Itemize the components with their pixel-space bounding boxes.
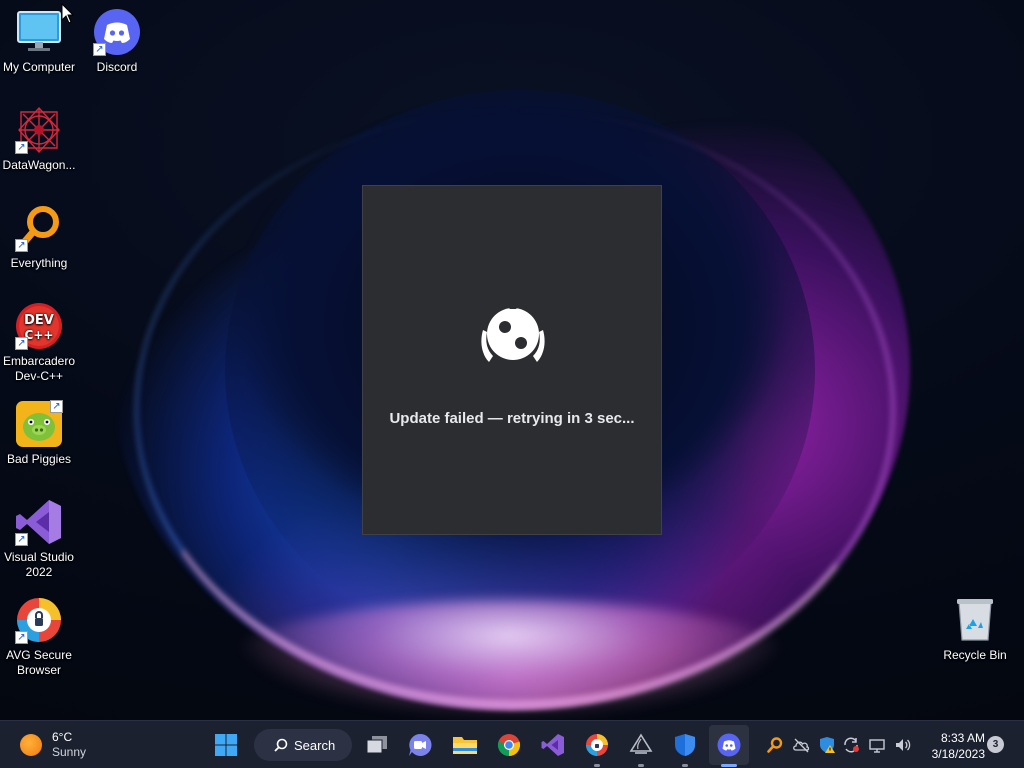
desktop-icon-recycle-bin[interactable]: Recycle Bin — [936, 596, 1014, 663]
taskbar: 6°C Sunny Search 8:33 AM 3/18/2023 — [0, 720, 1024, 768]
inkscape-icon — [629, 733, 653, 754]
desktop-icon-label: AVG Secure Browser — [6, 648, 72, 677]
update-status-message: Update failed — retrying in 3 sec... — [389, 410, 635, 427]
desktop-icon-label: Recycle Bin — [943, 648, 1007, 662]
discord-update-dialog: Update failed — retrying in 3 sec... — [362, 185, 662, 535]
taskbar-chrome-button[interactable] — [493, 729, 525, 761]
volume-icon[interactable] — [894, 736, 912, 754]
running-indicator — [594, 764, 600, 767]
windows-start-icon — [215, 734, 237, 756]
avg-browser-icon: ↗ — [15, 596, 63, 644]
desktop-icon-avg-browser[interactable]: ↗ AVG Secure Browser — [0, 596, 78, 678]
recycle-bin-icon — [951, 596, 999, 644]
clock-date: 3/18/2023 — [931, 747, 985, 761]
shortcut-arrow-icon: ↗ — [15, 337, 28, 350]
search-icon — [274, 738, 288, 752]
shortcut-arrow-icon: ↗ — [15, 533, 28, 546]
svg-text:C++: C++ — [25, 328, 54, 342]
taskbar-avg-browser-button[interactable] — [581, 729, 613, 767]
clock-time: 8:33 AM — [940, 731, 985, 745]
sync-icon[interactable] — [842, 736, 860, 754]
monitor-icon — [15, 8, 63, 56]
onedrive-icon[interactable] — [792, 736, 810, 754]
shortcut-arrow-icon: ↗ — [93, 43, 106, 56]
everything-tray-icon[interactable] — [766, 736, 784, 754]
discord-updater-logo-icon — [471, 300, 555, 370]
datawagon-icon: ↗ — [15, 106, 63, 154]
chrome-icon — [497, 734, 521, 757]
mouse-cursor-icon — [61, 3, 75, 24]
desktop-icon-label: Discord — [96, 60, 138, 74]
desktop-icon-label: Bad Piggies — [6, 452, 72, 466]
taskbar-search-button[interactable]: Search — [254, 729, 352, 761]
search-label: Search — [294, 737, 336, 753]
task-view-icon — [366, 736, 387, 754]
desktop-icon-devcpp[interactable]: DEV C++ ↗ Embarcadero Dev-C++ — [0, 302, 78, 384]
svg-text:DEV: DEV — [24, 313, 54, 328]
folder-icon — [453, 737, 477, 754]
desktop-icon-bad-piggies[interactable]: ↗ Bad Piggies — [0, 400, 78, 467]
desktop-icon-label: My Computer — [2, 60, 76, 74]
running-indicator — [638, 764, 644, 767]
bad-piggies-icon: ↗ — [15, 400, 63, 448]
taskbar-file-explorer-button[interactable] — [449, 729, 481, 761]
shield-icon — [675, 734, 695, 756]
taskbar-visual-studio-button[interactable] — [537, 729, 569, 761]
sun-icon — [20, 734, 42, 756]
desktop-icon-label: Visual Studio 2022 — [4, 550, 74, 579]
notification-badge[interactable]: 3 — [987, 736, 1004, 753]
visual-studio-icon: ↗ — [15, 498, 63, 546]
desktop-icon-visual-studio[interactable]: ↗ Visual Studio 2022 — [0, 498, 78, 580]
desktop-icon-datawagon[interactable]: ↗ DataWagon... — [0, 106, 78, 173]
shortcut-arrow-icon: ↗ — [15, 141, 28, 154]
desktop-icon-everything[interactable]: ↗ Everything — [0, 204, 78, 271]
taskbar-discord-button[interactable] — [709, 725, 749, 767]
weather-temperature: 6°C — [52, 730, 73, 744]
discord-icon: ↗ — [93, 8, 141, 56]
desktop-icon-discord[interactable]: ↗ Discord — [78, 8, 156, 75]
system-tray — [766, 721, 912, 768]
taskbar-teams-button[interactable] — [404, 729, 436, 761]
taskbar-windows-security-button[interactable] — [669, 729, 701, 767]
taskbar-clock[interactable]: 8:33 AM 3/18/2023 — [915, 730, 985, 762]
security-warning-icon[interactable] — [818, 736, 836, 754]
everything-search-icon: ↗ — [15, 204, 63, 252]
running-indicator-active — [721, 764, 737, 767]
weather-condition: Sunny — [52, 745, 87, 759]
weather-widget[interactable]: 6°C Sunny — [20, 730, 86, 760]
shortcut-arrow-icon: ↗ — [50, 400, 63, 413]
discord-icon — [717, 733, 741, 757]
avg-browser-icon — [586, 734, 608, 756]
desktop-icon-label: DataWagon... — [2, 158, 76, 172]
desktop-icon-label: Embarcadero Dev-C++ — [2, 354, 76, 383]
network-icon[interactable] — [868, 736, 886, 754]
task-view-button[interactable] — [361, 729, 393, 761]
start-button[interactable] — [210, 729, 242, 761]
teams-icon — [409, 733, 432, 756]
visual-studio-icon — [541, 734, 564, 756]
shortcut-arrow-icon: ↗ — [15, 631, 28, 644]
devcpp-icon: DEV C++ ↗ — [15, 302, 63, 350]
desktop-icon-label: Everything — [10, 256, 68, 270]
wallpaper-bloom-glow — [230, 600, 790, 720]
running-indicator — [682, 764, 688, 767]
shortcut-arrow-icon: ↗ — [15, 239, 28, 252]
taskbar-inkscape-button[interactable] — [625, 729, 657, 767]
